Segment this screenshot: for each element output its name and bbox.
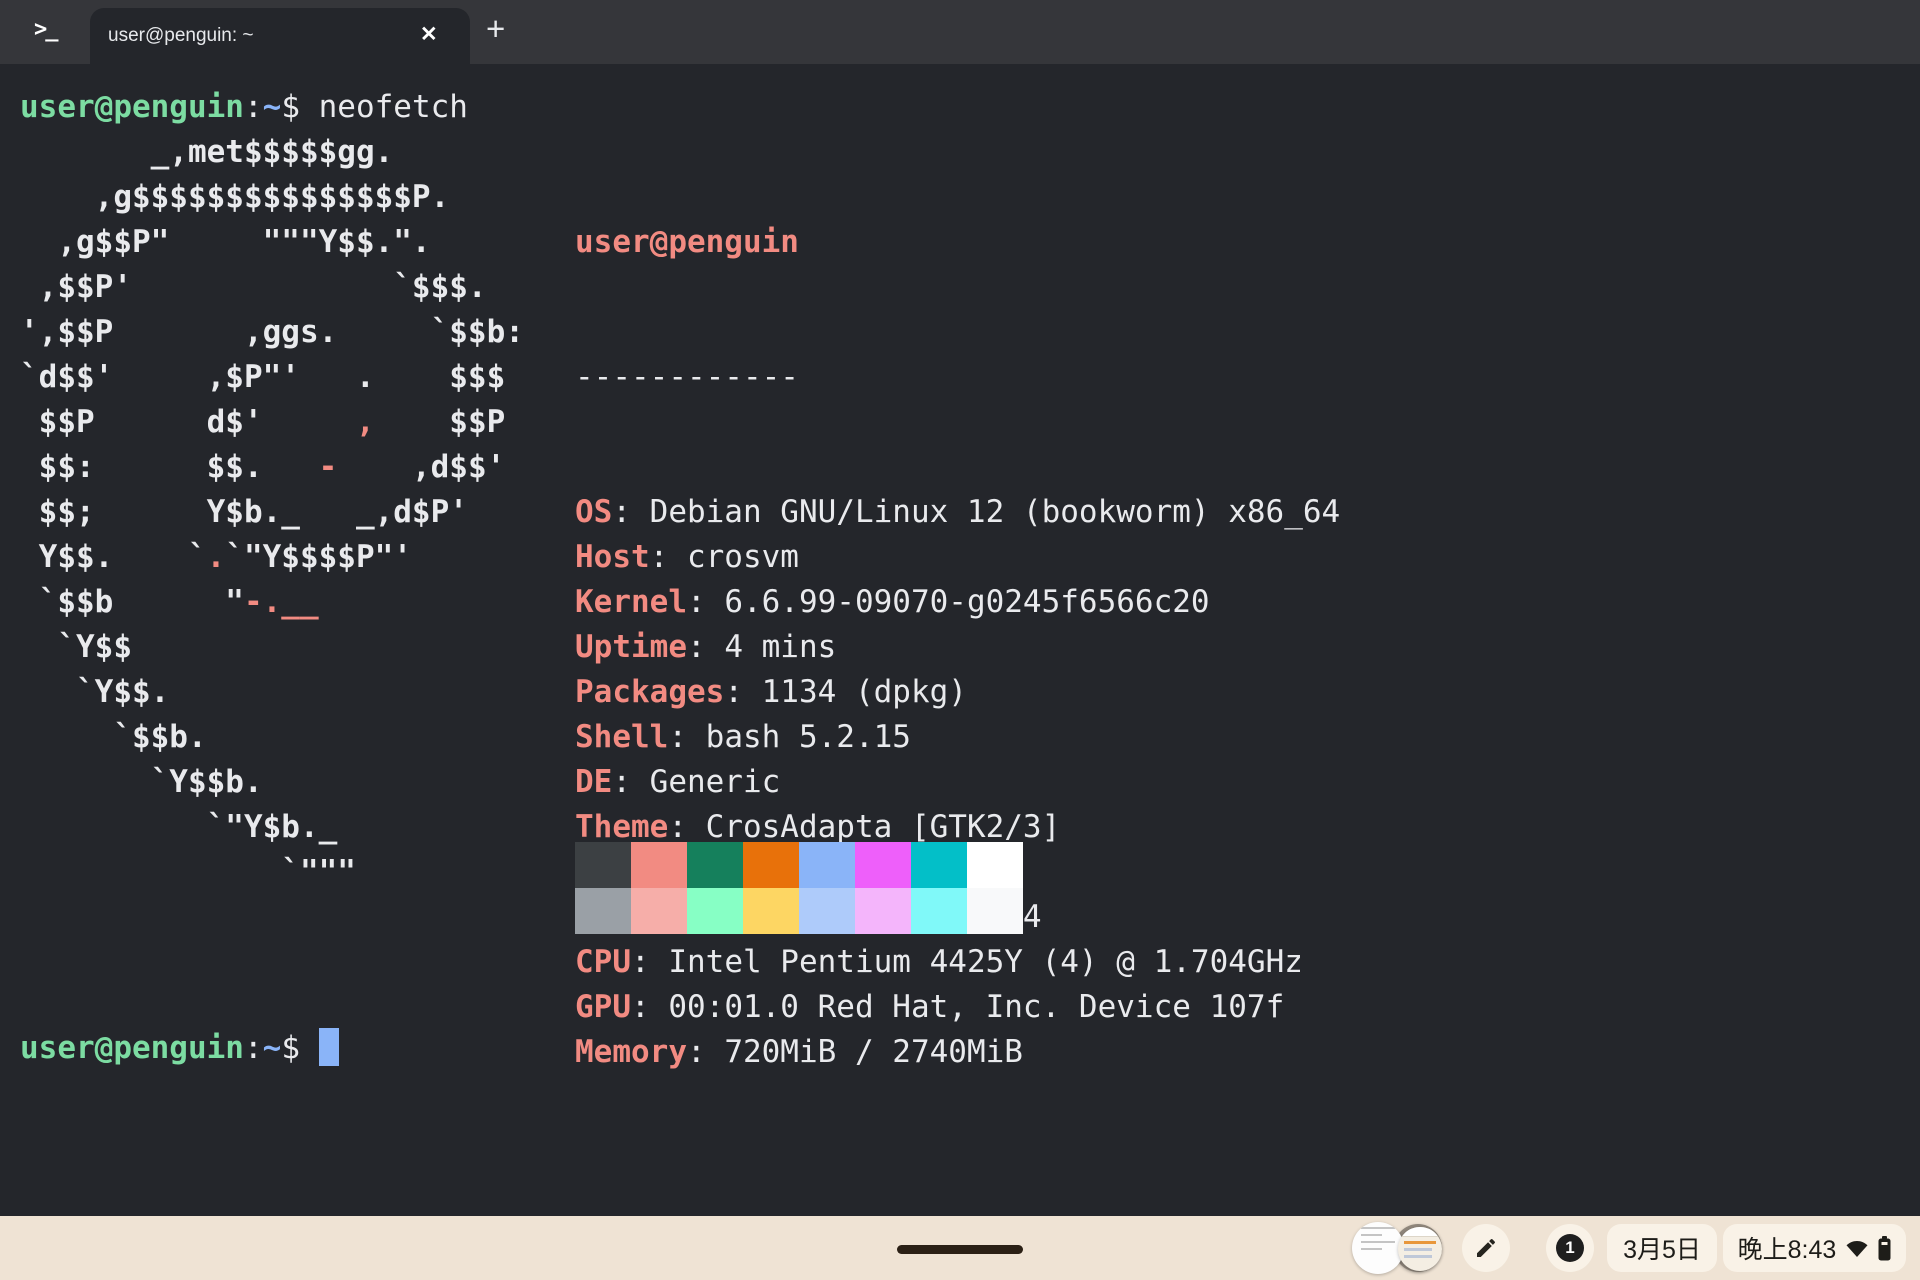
palette-swatch: [967, 842, 1023, 888]
shelf: 1 3月5日 晚上8:43: [0, 1216, 1920, 1280]
palette-swatch: [911, 888, 967, 934]
color-palette: [575, 842, 1023, 934]
new-tab-button[interactable]: +: [486, 10, 505, 48]
terminal-cursor: [319, 1028, 339, 1066]
holding-space-tray[interactable]: [1352, 1222, 1450, 1274]
terminal-screen[interactable]: user@penguin:~$ neofetch _,met$$$$$gg. ,…: [0, 64, 1920, 1216]
palette-swatch: [743, 842, 799, 888]
palette-swatch: [799, 842, 855, 888]
neofetch-info: user@penguin ------------ OS: Debian GNU…: [575, 130, 1340, 1165]
date-label: 3月5日: [1623, 1230, 1701, 1266]
neofetch-field: Uptime: 4 mins: [575, 625, 1340, 670]
palette-swatch: [855, 888, 911, 934]
neofetch-field: Host: crosvm: [575, 535, 1340, 580]
neofetch-field: OS: Debian GNU/Linux 12 (bookworm) x86_6…: [575, 490, 1340, 535]
palette-swatch: [687, 888, 743, 934]
date-button[interactable]: 3月5日: [1607, 1224, 1717, 1272]
notification-badge: 1: [1556, 1234, 1584, 1262]
neofetch-title: user@penguin: [575, 220, 1340, 265]
neofetch-fields: OS: Debian GNU/Linux 12 (bookworm) x86_6…: [575, 490, 1340, 1075]
time-label: 晚上8:43: [1738, 1230, 1837, 1266]
palette-swatch: [631, 888, 687, 934]
wifi-icon: [1844, 1236, 1870, 1260]
prompt-line-1: user@penguin:~$ neofetch: [20, 85, 468, 130]
neofetch-field: Packages: 1134 (dpkg): [575, 670, 1340, 715]
neofetch-field: Kernel: 6.6.99-09070-g0245f6566c20: [575, 580, 1340, 625]
palette-swatch: [575, 842, 631, 888]
screenshot-thumbnail-window: [1398, 1227, 1442, 1271]
screenshot-thumbnail-document: [1352, 1222, 1404, 1274]
palette-swatch: [743, 888, 799, 934]
neofetch-field: Shell: bash 5.2.15: [575, 715, 1340, 760]
terminal-app-icon: >_: [34, 17, 57, 42]
palette-swatch: [855, 842, 911, 888]
palette-swatch: [967, 888, 1023, 934]
shelf-home-indicator[interactable]: [897, 1245, 1023, 1254]
close-icon[interactable]: ✕: [420, 22, 438, 47]
tab-user-penguin[interactable]: user@penguin: ~ ✕: [90, 8, 470, 64]
palette-swatch: [911, 842, 967, 888]
palette-swatch: [631, 842, 687, 888]
neofetch-underline: ------------: [575, 355, 1340, 400]
battery-icon: [1878, 1236, 1891, 1261]
neofetch-field: Memory: 720MiB / 2740MiB: [575, 1030, 1340, 1075]
neofetch-field: CPU: Intel Pentium 4425Y (4) @ 1.704GHz: [575, 940, 1340, 985]
status-tray[interactable]: 晚上8:43: [1723, 1224, 1906, 1272]
stylus-tools-button[interactable]: [1462, 1224, 1510, 1272]
prompt-line-2: user@penguin:~$: [20, 1026, 339, 1071]
neofetch-field: GPU: 00:01.0 Red Hat, Inc. Device 107f: [575, 985, 1340, 1030]
palette-swatch: [799, 888, 855, 934]
palette-swatch: [575, 888, 631, 934]
notification-counter-button[interactable]: 1: [1546, 1224, 1594, 1272]
palette-swatch: [687, 842, 743, 888]
tab-title: user@penguin: ~: [108, 25, 254, 47]
debian-ascii-art: _,met$$$$$gg. ,g$$$$$$$$$$$$$$$P. ,g$$P"…: [20, 130, 524, 895]
stylus-icon: [1474, 1236, 1498, 1260]
tab-bar: >_ user@penguin: ~ ✕ +: [0, 0, 1920, 64]
neofetch-field: DE: Generic: [575, 760, 1340, 805]
